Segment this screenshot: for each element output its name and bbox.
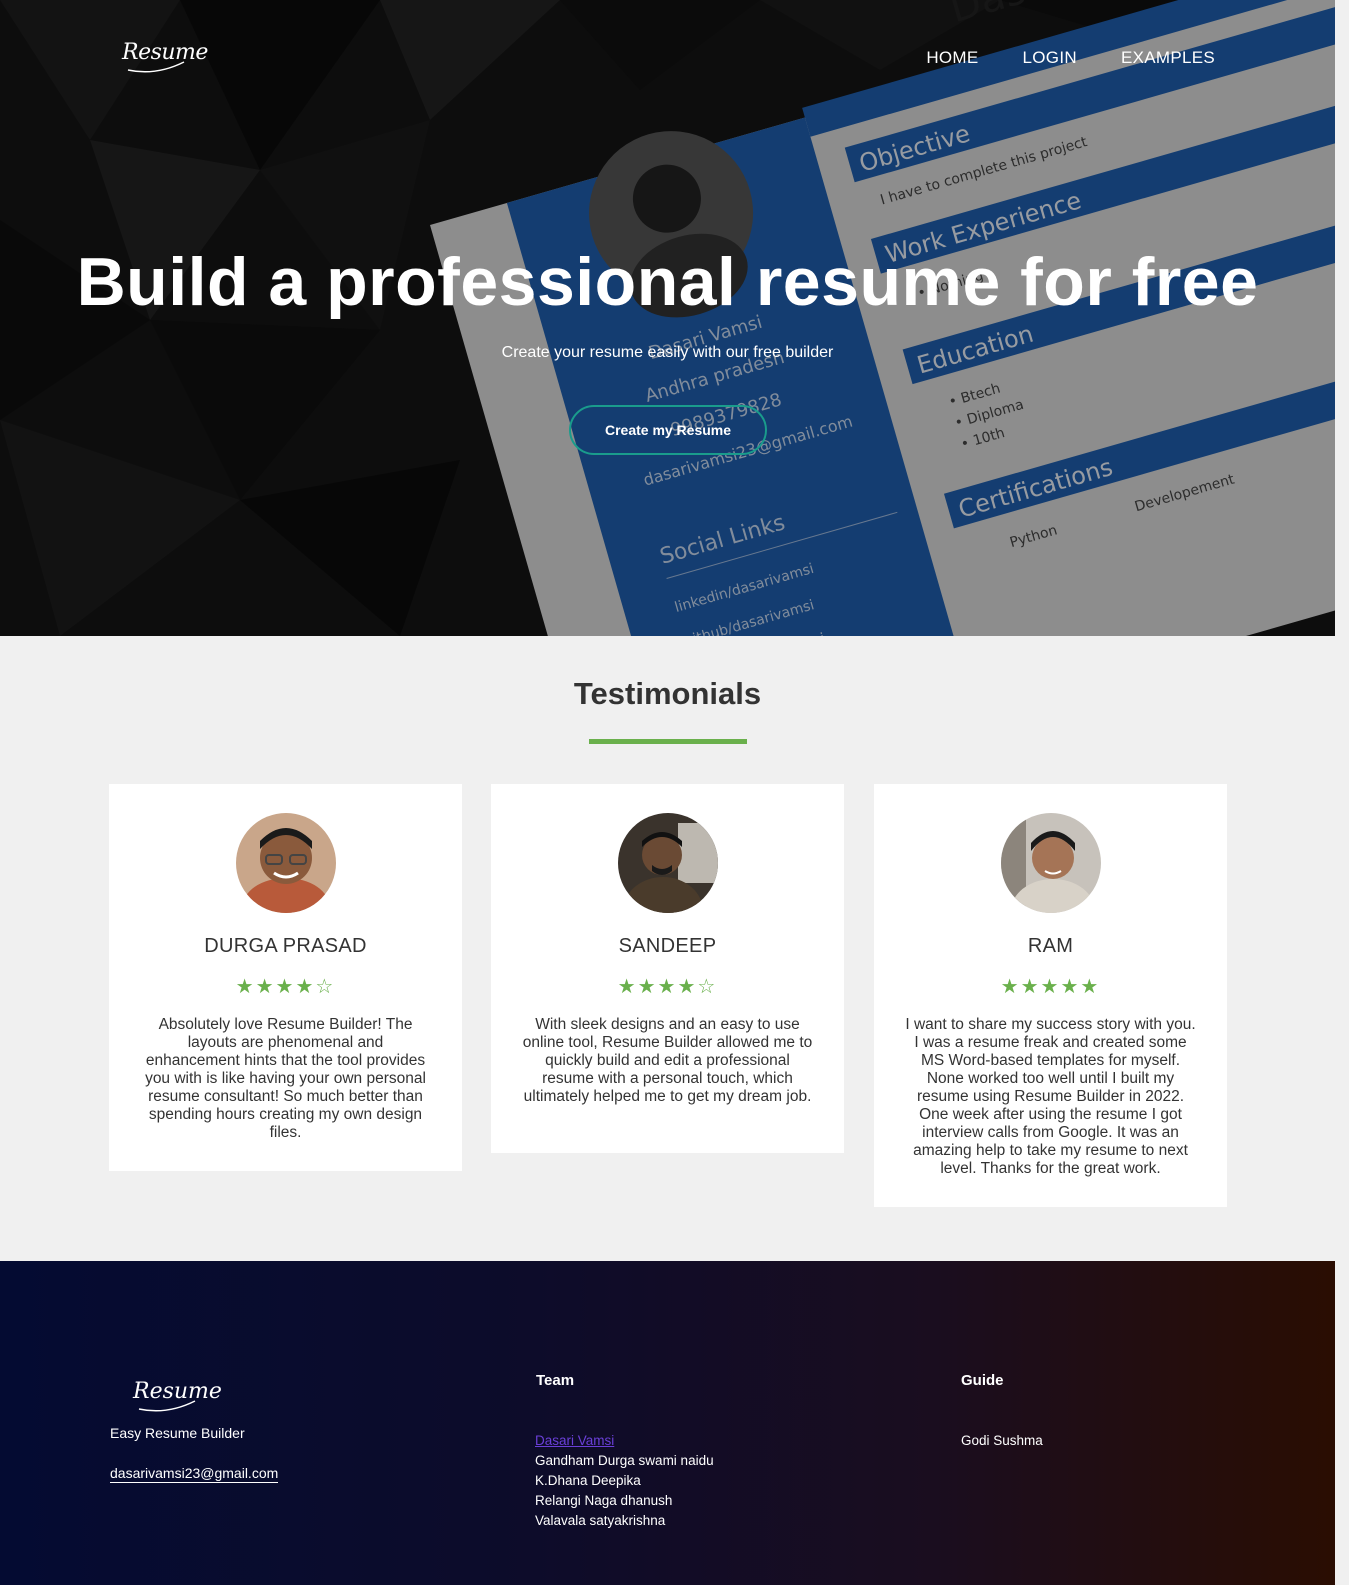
guide-list: Godi Sushma bbox=[961, 1431, 1043, 1451]
guide-heading: Guide bbox=[961, 1372, 1004, 1389]
team-member[interactable]: Dasari Vamsi bbox=[535, 1431, 714, 1451]
testimonial-name: SANDEEP bbox=[618, 935, 717, 957]
logo-swoosh-icon bbox=[127, 61, 185, 73]
testimonial-card: DURGA PRASAD ★★★★☆ Absolutely love Resum… bbox=[109, 784, 462, 1171]
main-nav: HOME LOGIN EXAMPLES bbox=[926, 48, 1215, 68]
title-underline bbox=[589, 739, 747, 744]
hero-section: Dasari Vamsi Andhra pradesh 9989379828 d… bbox=[0, 0, 1335, 636]
hero-title: Build a professional resume for free bbox=[76, 244, 1259, 320]
avatar bbox=[1000, 813, 1101, 913]
nav-login-link[interactable]: LOGIN bbox=[1023, 48, 1077, 68]
testimonial-name: DURGA PRASAD bbox=[204, 935, 367, 957]
team-member: Gandham Durga swami naidu bbox=[535, 1453, 714, 1468]
testimonial-name: RAM bbox=[1027, 935, 1074, 957]
guide-member: Godi Sushma bbox=[961, 1433, 1043, 1448]
rating-stars: ★★★★☆ bbox=[235, 976, 336, 998]
rating-stars: ★★★★★ bbox=[1000, 976, 1101, 998]
site-logo[interactable]: Resume bbox=[122, 40, 208, 73]
footer-logo[interactable]: Resume bbox=[133, 1379, 222, 1412]
testimonial-card: RAM ★★★★★ I want to share my success sto… bbox=[874, 784, 1227, 1207]
footer: Resume Easy Resume Builder dasarivamsi23… bbox=[0, 1261, 1335, 1585]
nav-home-link[interactable]: HOME bbox=[926, 48, 978, 68]
footer-tagline: Easy Resume Builder bbox=[110, 1425, 245, 1441]
avatar bbox=[235, 813, 336, 913]
team-member-link[interactable]: Dasari Vamsi bbox=[535, 1433, 614, 1448]
footer-email-link[interactable]: dasarivamsi23@gmail.com bbox=[110, 1465, 279, 1483]
testimonial-text: Absolutely love Resume Builder! The layo… bbox=[145, 1016, 426, 1141]
team-member: Valavala satyakrishna bbox=[535, 1513, 666, 1528]
testimonial-text: I want to share my success story with yo… bbox=[905, 1016, 1196, 1177]
team-heading: Team bbox=[536, 1372, 575, 1389]
avatar bbox=[617, 813, 718, 913]
rating-stars: ★★★★☆ bbox=[617, 976, 718, 998]
testimonial-text: With sleek designs and an easy to use on… bbox=[522, 1016, 813, 1105]
hero-subtitle: Create your resume easily with our free … bbox=[501, 344, 834, 361]
nav-examples-link[interactable]: EXAMPLES bbox=[1121, 48, 1215, 68]
team-member: K.Dhana Deepika bbox=[535, 1473, 641, 1488]
team-list: Dasari Vamsi Gandham Durga swami naidu K… bbox=[535, 1431, 714, 1531]
logo-swoosh-icon bbox=[138, 1400, 196, 1412]
team-member: Relangi Naga dhanush bbox=[535, 1493, 673, 1508]
testimonial-card: SANDEEP ★★★★☆ With sleek designs and an … bbox=[491, 784, 844, 1153]
create-resume-button[interactable]: Create my Resume bbox=[569, 405, 767, 455]
testimonials-title: Testimonials bbox=[573, 676, 762, 711]
